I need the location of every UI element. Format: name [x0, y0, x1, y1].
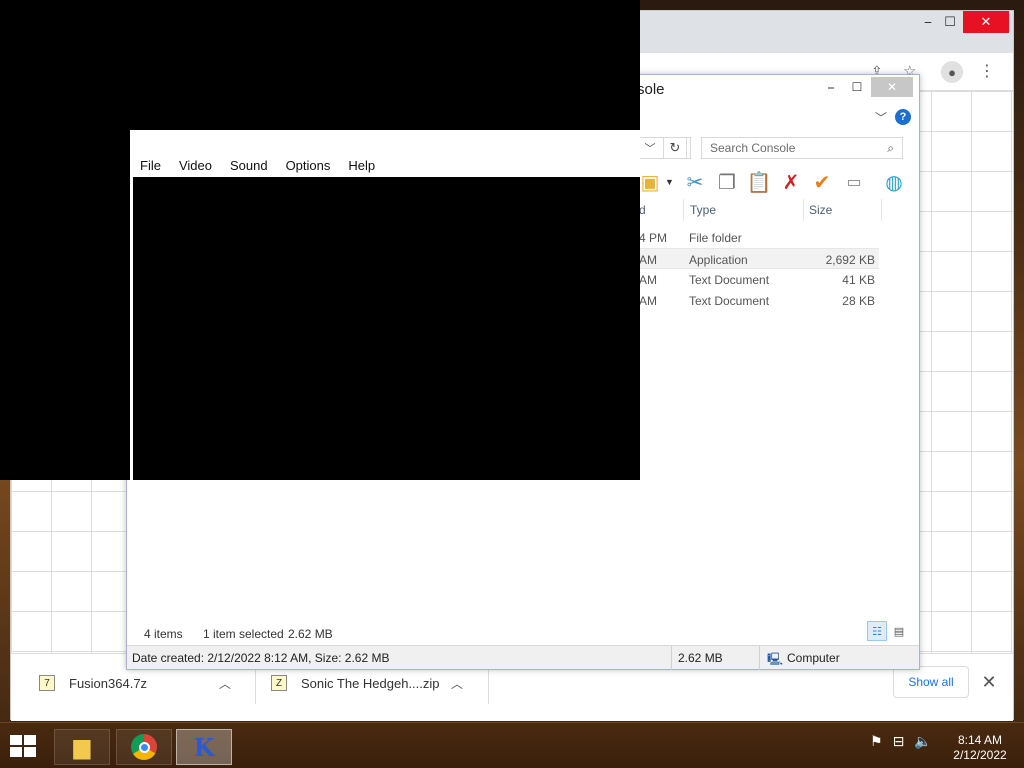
clock[interactable]: 8:14 AM 2/12/2022 [944, 733, 1016, 763]
archive-7z-icon: 7 [39, 675, 55, 691]
shell-icon[interactable]: ◍ [881, 169, 907, 195]
refresh-button[interactable]: ↻ [663, 137, 687, 159]
computer-icon: 🖳 [767, 652, 784, 666]
download-name: Fusion364.7z [69, 675, 148, 691]
details-location: Computer [787, 651, 840, 665]
system-tray: ⚑ ⊟ 🔈 [870, 733, 932, 750]
divider [683, 199, 684, 221]
download-item-sonic[interactable]: Z Sonic The Hedgeh....zip ︿ [271, 668, 463, 698]
menu-file[interactable]: File [140, 158, 161, 173]
close-button[interactable]: ✕ [963, 11, 1009, 33]
chrome-icon [131, 734, 157, 760]
checkmark-icon[interactable]: ✔ [809, 169, 835, 195]
large-icons-view-icon[interactable]: ▤ [889, 621, 909, 641]
close-icon[interactable]: ✕ [977, 668, 1001, 696]
close-button[interactable]: ✕ [871, 77, 913, 97]
emulator-window: File Video Sound Options Help [130, 130, 640, 480]
clock-time: 8:14 AM [957, 733, 1003, 747]
folder-icon: ▆ [73, 734, 91, 759]
delete-icon[interactable]: ✗ [778, 169, 804, 195]
item-count: 4 items [144, 627, 183, 641]
windows-start-icon[interactable] [10, 735, 38, 759]
search-input[interactable]: Search Console ⌕ [701, 137, 903, 159]
chevron-down-icon[interactable]: ▼ [665, 177, 674, 187]
copy-icon[interactable]: ❐ [714, 169, 740, 195]
file-type: Application [689, 253, 748, 267]
status-bar: 4 items 1 item selected 2.62 MB [127, 623, 919, 645]
maximize-button[interactable]: ☐ [843, 77, 871, 97]
file-type: Text Document [689, 273, 770, 287]
divider [671, 646, 672, 670]
menu-kebab-icon[interactable]: ⋮ [979, 61, 995, 81]
divider [759, 646, 760, 670]
folder-check-icon[interactable]: ▣ [637, 169, 663, 195]
column-date[interactable]: d [639, 203, 646, 217]
file-size: 28 KB [842, 294, 875, 308]
selection-count: 1 item selected [203, 627, 284, 641]
window-title: sole [637, 81, 665, 98]
chrome-taskbar-icon[interactable] [116, 729, 172, 765]
archive-zip-icon: Z [271, 675, 287, 691]
profile-avatar-icon[interactable]: ● [941, 61, 963, 83]
kega-fusion-taskbar-icon[interactable]: K [176, 729, 232, 765]
search-placeholder: Search Console [710, 141, 796, 155]
help-icon[interactable]: ? [895, 109, 911, 125]
column-size[interactable]: Size [809, 203, 832, 217]
chevron-down-icon[interactable]: ﹀ [639, 137, 661, 159]
minimize-button[interactable]: ⎯ [817, 77, 845, 97]
file-date: 4 PM [639, 231, 668, 245]
taskbar: ▆ K ⚑ ⊟ 🔈 8:14 AM 2/12/2022 [0, 722, 1024, 768]
emulator-screen[interactable] [133, 177, 640, 480]
action-center-flag-icon[interactable]: ⚑ [870, 733, 883, 750]
details-size: 2.62 MB [678, 651, 723, 665]
divider [488, 664, 489, 704]
file-type: File folder [689, 231, 742, 245]
file-date: AM [639, 273, 657, 287]
clock-date: 2/12/2022 [953, 748, 1007, 762]
divider [255, 664, 256, 704]
menu-sound[interactable]: Sound [230, 158, 268, 173]
chevron-down-icon[interactable]: ﹀ [875, 109, 887, 126]
file-size: 2,692 KB [825, 253, 875, 267]
details-bar: Date created: 2/12/2022 8:12 AM, Size: 2… [127, 645, 919, 670]
details-view-icon[interactable]: ☷ [867, 621, 887, 641]
file-date: AM [639, 294, 657, 308]
menu-options[interactable]: Options [286, 158, 331, 173]
cut-icon[interactable]: ✂ [682, 169, 708, 195]
kega-icon: K [193, 732, 215, 762]
properties-icon[interactable]: ▭ [841, 169, 867, 195]
chevron-up-icon[interactable]: ︿ [219, 675, 231, 692]
network-icon[interactable]: ⊟ [893, 733, 905, 750]
file-type: Text Document [689, 294, 770, 308]
search-icon: ⌕ [887, 140, 894, 155]
menu-video[interactable]: Video [179, 158, 212, 173]
show-all-button[interactable]: Show all [893, 666, 969, 698]
file-date: AM [639, 253, 657, 267]
column-type[interactable]: Type [690, 203, 716, 217]
emulator-menubar: File Video Sound Options Help [130, 154, 640, 176]
chevron-up-icon[interactable]: ︿ [451, 675, 463, 692]
maximize-button[interactable]: ☐ [933, 11, 967, 33]
download-item-fusion[interactable]: 7 Fusion364.7z ︿ [39, 668, 231, 698]
divider [881, 199, 882, 221]
paste-icon[interactable]: 📋 [746, 169, 772, 195]
selection-size: 2.62 MB [288, 627, 333, 641]
file-size: 41 KB [842, 273, 875, 287]
download-name: Sonic The Hedgeh....zip [301, 675, 440, 691]
file-explorer-taskbar-icon[interactable]: ▆ [54, 729, 110, 765]
menu-help[interactable]: Help [348, 158, 375, 173]
divider [803, 199, 804, 221]
volume-muted-icon[interactable]: 🔈 [914, 733, 931, 750]
date-created: Date created: 2/12/2022 8:12 AM, Size: 2… [132, 651, 390, 665]
